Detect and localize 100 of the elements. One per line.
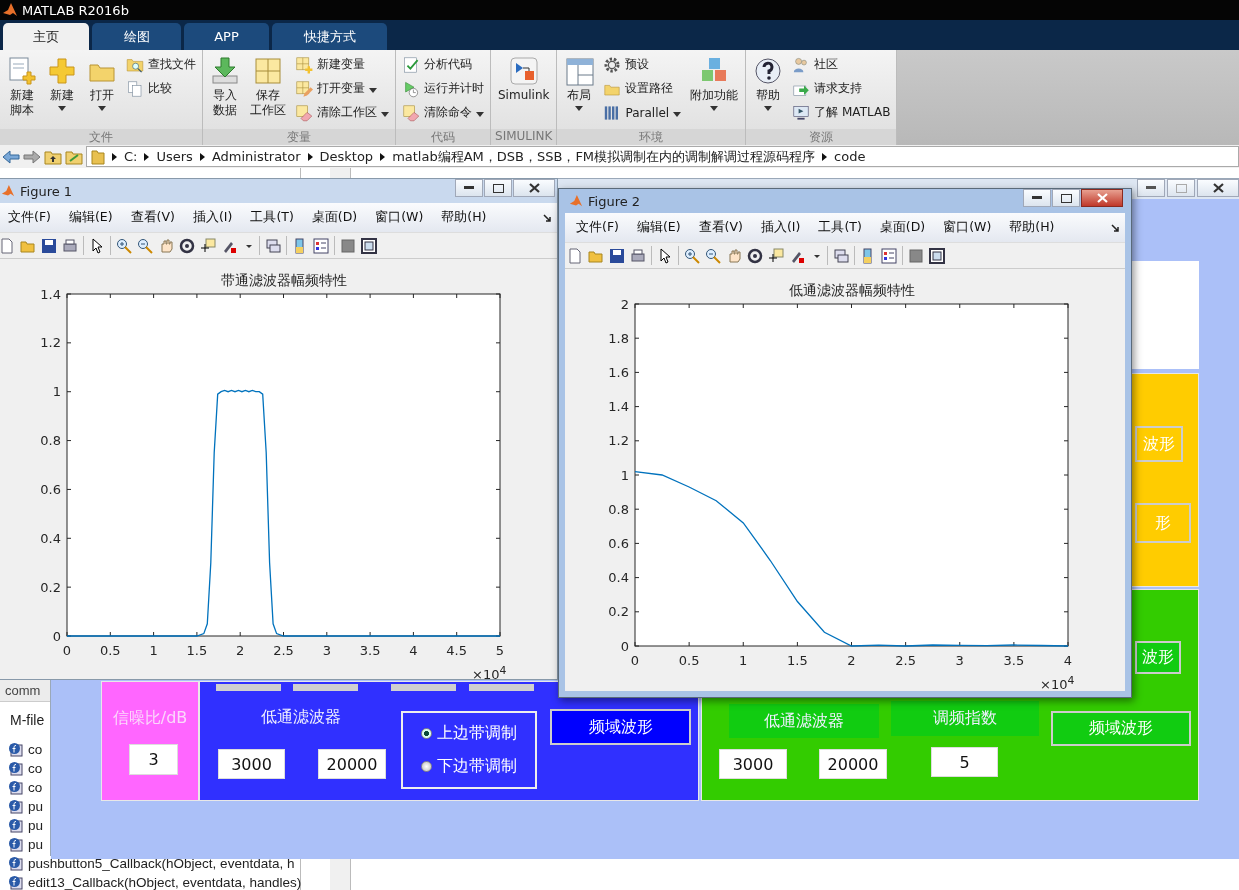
address-bar[interactable]: C: Users Administrator Desktop matlab编程AM，DSB，SSB，FM模拟调制在内的调制解调过程源码程序 code: [86, 146, 1239, 167]
ribbon-button[interactable]: 了解 MATLAB: [790, 102, 893, 123]
file-name[interactable]: pu: [28, 798, 44, 814]
minimize-button[interactable]: [1137, 179, 1165, 197]
input-field[interactable]: 20000: [819, 749, 887, 779]
data-cursor-icon[interactable]: [768, 247, 784, 264]
zoom-out-icon[interactable]: [705, 247, 721, 264]
ribbon-button[interactable]: 比较: [124, 78, 198, 99]
zoom-in-icon[interactable]: [684, 247, 700, 264]
breadcrumb[interactable]: Desktop: [319, 149, 374, 164]
frame-icon[interactable]: [929, 247, 945, 264]
ribbon-tab[interactable]: APP: [184, 23, 269, 50]
maximize-button[interactable]: [484, 179, 512, 197]
ribbon-button[interactable]: 布局: [561, 54, 598, 129]
radio-option[interactable]: 上边带调制: [421, 723, 535, 744]
ribbon-button[interactable]: 新建: [44, 54, 80, 129]
breadcrumb[interactable]: C:: [124, 149, 138, 164]
ribbon-button[interactable]: 附加功能: [687, 54, 742, 129]
input-field[interactable]: 5: [931, 747, 998, 777]
input-field[interactable]: 3000: [218, 749, 285, 779]
breadcrumb[interactable]: matlab编程AM，DSB，SSB，FM模拟调制在内的调制解调过程源码程序: [392, 147, 816, 166]
frequency-waveform-button[interactable]: 频域波形: [550, 709, 691, 745]
menu-item[interactable]: 桌面(D): [870, 219, 935, 236]
minimize-button[interactable]: [455, 179, 483, 197]
up-folder-icon[interactable]: [44, 148, 62, 165]
pointer-icon[interactable]: [657, 247, 673, 264]
menu-item[interactable]: 帮助(H): [1000, 219, 1064, 236]
close-button[interactable]: [1197, 179, 1239, 197]
radio-option[interactable]: 下边带调制: [421, 756, 535, 777]
breadcrumb[interactable]: code: [834, 149, 866, 164]
menu-item[interactable]: 帮助(H): [432, 209, 496, 226]
ribbon-button[interactable]: Simulink: [495, 54, 553, 129]
close-button[interactable]: [513, 179, 555, 197]
ribbon-button[interactable]: 分析代码: [400, 54, 486, 75]
pan-hand-icon[interactable]: [726, 247, 742, 264]
file-name[interactable]: co: [28, 741, 43, 757]
legend-icon[interactable]: [881, 247, 897, 264]
radio-button[interactable]: [421, 728, 432, 739]
zoom-out-icon[interactable]: [137, 237, 153, 254]
rotate-icon[interactable]: [179, 237, 195, 254]
menu-item[interactable]: 编辑(E): [59, 209, 122, 226]
ribbon-button[interactable]: 打开: [84, 54, 120, 129]
file-name[interactable]: pu: [28, 817, 44, 833]
rotate-icon[interactable]: [747, 247, 763, 264]
zoom-in-icon[interactable]: [116, 237, 132, 254]
legend-icon[interactable]: [313, 237, 329, 254]
menu-item[interactable]: 工具(T): [241, 209, 303, 226]
ribbon-button[interactable]: 新建 脚本: [4, 54, 40, 129]
ribbon-tab[interactable]: 绘图: [92, 23, 181, 50]
frame-icon[interactable]: [361, 237, 377, 254]
close-button[interactable]: [1081, 189, 1123, 207]
menu-item[interactable]: 查看(V): [121, 209, 184, 226]
menu-item[interactable]: 文件(F): [567, 219, 628, 236]
ribbon-button[interactable]: 保存 工作区: [247, 54, 289, 129]
maximize-button[interactable]: [1052, 189, 1080, 207]
menu-item[interactable]: 窗口(W): [934, 219, 1001, 236]
menu-item[interactable]: 编辑(E): [627, 219, 690, 236]
ribbon-button[interactable]: 打开变量: [293, 78, 391, 99]
radio-button[interactable]: [421, 761, 432, 772]
square-icon[interactable]: [908, 247, 924, 264]
file-name[interactable]: co: [28, 779, 43, 795]
menu-item[interactable]: 插入(I): [183, 209, 242, 226]
ribbon-button[interactable]: Parallel: [601, 102, 684, 123]
breadcrumb[interactable]: Administrator: [211, 149, 301, 164]
ribbon-button[interactable]: 清除工作区: [293, 102, 391, 123]
new-file-icon[interactable]: [567, 247, 583, 264]
printer-icon[interactable]: [630, 247, 646, 264]
new-file-icon[interactable]: [0, 237, 15, 254]
ribbon-button[interactable]: 查找文件: [124, 54, 198, 75]
pan-hand-icon[interactable]: [158, 237, 174, 254]
file-name[interactable]: pushbutton5_Callback(hObject, eventdata, h: [28, 855, 295, 871]
ribbon-button[interactable]: 请求支持: [790, 78, 893, 99]
menu-item[interactable]: 查看(V): [689, 219, 752, 236]
ribbon-button[interactable]: 运行并计时: [400, 78, 486, 99]
data-cursor-icon[interactable]: [200, 237, 216, 254]
ribbon-button[interactable]: 新建变量: [293, 54, 391, 75]
input-field[interactable]: 3000: [719, 749, 787, 779]
minimize-button[interactable]: [1023, 189, 1051, 207]
ribbon-button[interactable]: 预设: [601, 54, 684, 75]
pointer-icon[interactable]: [89, 237, 105, 254]
ribbon-button[interactable]: 帮助: [750, 54, 787, 129]
menu-item[interactable]: 插入(I): [751, 219, 810, 236]
input-field[interactable]: 3: [129, 744, 178, 775]
back-arrow-icon[interactable]: [2, 148, 20, 165]
ribbon-button[interactable]: 导入 数据: [207, 54, 243, 129]
file-name[interactable]: pu: [28, 836, 44, 852]
linked-plots-icon[interactable]: [833, 247, 849, 264]
menu-item[interactable]: 桌面(D): [302, 209, 367, 226]
save-icon[interactable]: [609, 247, 625, 264]
file-name[interactable]: co: [28, 760, 43, 776]
input-field[interactable]: 20000: [318, 749, 386, 779]
printer-icon[interactable]: [62, 237, 78, 254]
breadcrumb[interactable]: Users: [156, 149, 193, 164]
file-name[interactable]: edit13_Callback(hObject, eventdata, handles): [28, 874, 302, 890]
ribbon-tab[interactable]: 快捷方式: [272, 23, 387, 50]
menu-item[interactable]: 文件(F): [0, 209, 60, 226]
save-icon[interactable]: [41, 237, 57, 254]
ribbon-tab[interactable]: 主页: [3, 23, 89, 50]
menu-item[interactable]: 工具(T): [809, 219, 871, 236]
ribbon-button[interactable]: 社区: [790, 54, 893, 75]
